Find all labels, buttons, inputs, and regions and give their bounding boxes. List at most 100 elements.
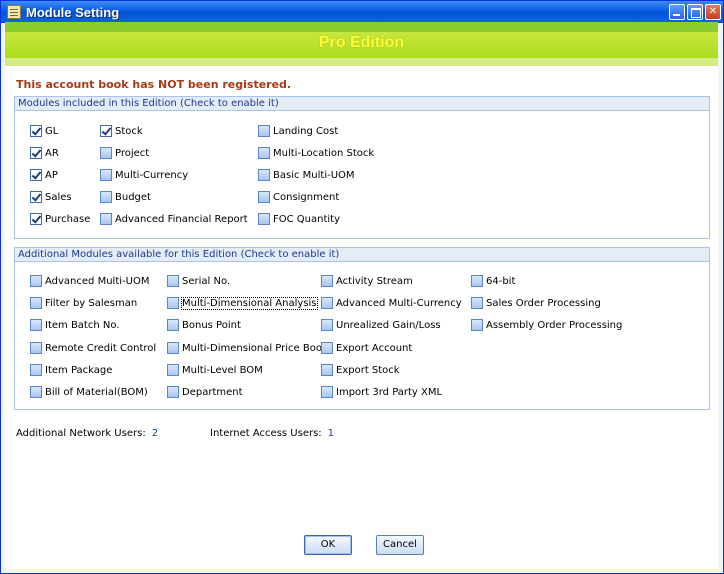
included-module-checkbox[interactable]: Consignment	[258, 190, 339, 204]
checked-box-icon[interactable]	[100, 125, 112, 137]
additional-module-label: Assembly Order Processing	[486, 319, 623, 331]
edition-title: Pro Edition	[318, 34, 405, 51]
unchecked-box-icon[interactable]	[167, 319, 179, 331]
unchecked-box-icon[interactable]	[258, 191, 270, 203]
additional-module-label: Remote Credit Control	[45, 342, 157, 354]
unchecked-box-icon[interactable]	[258, 147, 270, 159]
unchecked-box-icon[interactable]	[100, 147, 112, 159]
additional-module-label: Filter by Salesman	[45, 297, 138, 309]
additional-module-checkbox[interactable]: Remote Credit Control	[30, 341, 156, 355]
included-module-checkbox[interactable]: Multi-Location Stock	[258, 146, 374, 160]
unchecked-box-icon[interactable]	[30, 386, 42, 398]
checked-box-icon[interactable]	[30, 169, 42, 181]
additional-module-checkbox[interactable]: Item Batch No.	[30, 318, 119, 332]
additional-module-checkbox[interactable]: Assembly Order Processing	[471, 318, 622, 332]
unchecked-box-icon[interactable]	[30, 364, 42, 376]
unchecked-box-icon[interactable]	[167, 342, 179, 354]
additional-module-checkbox[interactable]: 64-bit	[471, 274, 515, 288]
included-module-label: Multi-Currency	[115, 169, 189, 181]
unchecked-box-icon[interactable]	[100, 169, 112, 181]
additional-modules-header: Additional Modules available for this Ed…	[15, 248, 709, 262]
unchecked-box-icon[interactable]	[100, 213, 112, 225]
additional-module-checkbox[interactable]: Advanced Multi-UOM	[30, 274, 149, 288]
unchecked-box-icon[interactable]	[321, 342, 333, 354]
included-module-label: Landing Cost	[273, 125, 339, 137]
included-module-checkbox[interactable]: AP	[30, 168, 58, 182]
unchecked-box-icon[interactable]	[100, 191, 112, 203]
window-app-icon	[7, 5, 21, 19]
additional-module-checkbox[interactable]: Bill of Material(BOM)	[30, 385, 148, 399]
additional-module-checkbox[interactable]: Unrealized Gain/Loss	[321, 318, 441, 332]
included-module-checkbox[interactable]: Advanced Financial Report	[100, 212, 248, 226]
additional-module-checkbox[interactable]: Item Package	[30, 363, 112, 377]
unchecked-box-icon[interactable]	[167, 364, 179, 376]
checked-box-icon[interactable]	[30, 147, 42, 159]
additional-module-checkbox[interactable]: Department	[167, 385, 243, 399]
additional-module-checkbox[interactable]: Multi-Level BOM	[167, 363, 263, 377]
unchecked-box-icon[interactable]	[321, 297, 333, 309]
unchecked-box-icon[interactable]	[258, 169, 270, 181]
additional-module-checkbox[interactable]: Bonus Point	[167, 318, 241, 332]
unchecked-box-icon[interactable]	[321, 319, 333, 331]
additional-module-checkbox[interactable]: Filter by Salesman	[30, 296, 137, 310]
included-module-label: AP	[45, 169, 58, 181]
additional-module-label: Advanced Multi-Currency	[336, 297, 462, 309]
checked-box-icon[interactable]	[30, 213, 42, 225]
included-module-checkbox[interactable]: Basic Multi-UOM	[258, 168, 355, 182]
unchecked-box-icon[interactable]	[471, 319, 483, 331]
unchecked-box-icon[interactable]	[321, 364, 333, 376]
additional-module-label: Activity Stream	[336, 275, 413, 287]
included-module-checkbox[interactable]: GL	[30, 124, 58, 138]
additional-module-checkbox[interactable]: Import 3rd Party XML	[321, 385, 442, 399]
included-module-checkbox[interactable]: Budget	[100, 190, 151, 204]
unchecked-box-icon[interactable]	[258, 125, 270, 137]
included-module-label: Purchase	[45, 213, 91, 225]
unchecked-box-icon[interactable]	[471, 297, 483, 309]
unchecked-box-icon[interactable]	[167, 297, 179, 309]
additional-module-checkbox[interactable]: Advanced Multi-Currency	[321, 296, 462, 310]
included-module-checkbox[interactable]: Sales	[30, 190, 72, 204]
unchecked-box-icon[interactable]	[167, 275, 179, 287]
unchecked-box-icon[interactable]	[30, 275, 42, 287]
included-module-checkbox[interactable]: Multi-Currency	[100, 168, 188, 182]
additional-module-checkbox[interactable]: Serial No.	[167, 274, 230, 288]
additional-module-checkbox[interactable]: Multi-Dimensional Analysis	[167, 296, 318, 310]
unchecked-box-icon[interactable]	[321, 386, 333, 398]
internet-users-label: Internet Access Users:	[210, 428, 322, 439]
additional-module-label: Sales Order Processing	[486, 297, 601, 309]
additional-module-checkbox[interactable]: Multi-Dimensional Price Book	[167, 341, 328, 355]
close-icon[interactable]: ✕	[705, 4, 721, 20]
unchecked-box-icon[interactable]	[30, 297, 42, 309]
included-module-label: Basic Multi-UOM	[273, 169, 355, 181]
additional-module-label: Serial No.	[182, 275, 231, 287]
additional-module-checkbox[interactable]: Export Stock	[321, 363, 400, 377]
unchecked-box-icon[interactable]	[321, 275, 333, 287]
additional-module-checkbox[interactable]: Activity Stream	[321, 274, 413, 288]
unchecked-box-icon[interactable]	[30, 319, 42, 331]
cancel-button[interactable]: Cancel	[376, 535, 424, 555]
additional-module-label: Multi-Dimensional Price Book	[182, 342, 328, 354]
included-module-label: Budget	[115, 191, 151, 203]
additional-module-label: Item Batch No.	[45, 319, 120, 331]
unchecked-box-icon[interactable]	[471, 275, 483, 287]
additional-module-label: Item Package	[45, 364, 113, 376]
additional-module-checkbox[interactable]: Sales Order Processing	[471, 296, 601, 310]
included-module-checkbox[interactable]: Purchase	[30, 212, 90, 226]
unchecked-box-icon[interactable]	[167, 386, 179, 398]
included-module-checkbox[interactable]: Landing Cost	[258, 124, 338, 138]
included-module-checkbox[interactable]: FOC Quantity	[258, 212, 340, 226]
unchecked-box-icon[interactable]	[30, 342, 42, 354]
additional-module-checkbox[interactable]: Export Account	[321, 341, 412, 355]
checked-box-icon[interactable]	[30, 191, 42, 203]
included-module-checkbox[interactable]: Project	[100, 146, 149, 160]
checked-box-icon[interactable]	[30, 125, 42, 137]
maximize-icon[interactable]	[687, 4, 703, 20]
registration-warning: This account book has NOT been registere…	[16, 78, 292, 91]
unchecked-box-icon[interactable]	[258, 213, 270, 225]
included-module-checkbox[interactable]: Stock	[100, 124, 143, 138]
included-module-label: Multi-Location Stock	[273, 147, 375, 159]
ok-button[interactable]: OK	[304, 535, 352, 555]
included-module-checkbox[interactable]: AR	[30, 146, 59, 160]
minimize-icon[interactable]	[669, 4, 685, 20]
network-users-label: Additional Network Users:	[16, 428, 146, 439]
